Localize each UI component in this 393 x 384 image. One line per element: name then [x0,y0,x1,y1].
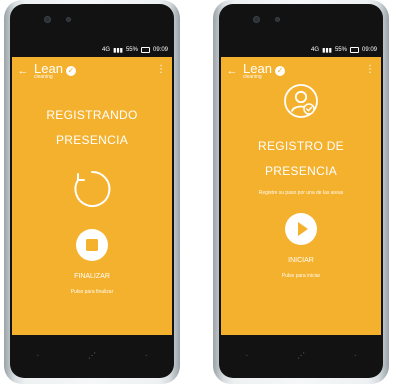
play-button-label: INICIAR [288,257,314,264]
hint-text: Pulse para iniciar [281,273,321,279]
refresh-icon [74,170,111,207]
app-toolbar: ← Lean cleaning ✓ ⋮ [221,57,381,85]
check-circle-icon: ✓ [65,66,76,76]
brand-name: Lean [243,60,272,76]
nav-home-icon[interactable]: ⋰ [297,351,305,360]
check-circle-icon: ✓ [274,66,285,76]
network-icon: 4G [311,47,320,53]
more-menu-icon[interactable]: ⋮ [156,65,166,75]
app-logo: Lean cleaning ✓ [243,60,285,80]
app-screen-registro: 4G ▮▮▮ 55% 09:09 ← Lean cleaning ✓ ⋮ REG… [221,43,381,335]
android-nav-bar: · ⋰ · [221,335,381,375]
app-logo: Lean cleaning ✓ [34,60,76,80]
signal-percent: 55% [125,47,138,53]
page-title-line1: REGISTRO DE [258,139,344,153]
back-arrow-icon[interactable]: ← [12,65,34,77]
nav-dot-left[interactable]: · [245,351,248,360]
phone-frame-left: 4G ▮▮▮ 55% 09:09 ← Lean cleaning ✓ ⋮ REG… [4,0,180,384]
play-button[interactable] [284,212,318,246]
stop-button[interactable] [75,228,109,262]
page-title-line1: REGISTRANDO [46,108,138,122]
battery-icon [349,47,359,53]
brand-sub: cleaning [34,73,53,80]
phone-frame-right: 4G ▮▮▮ 55% 09:09 ← Lean cleaning ✓ ⋮ REG… [213,0,389,384]
hint-text: Pulse para finalizar [70,289,114,295]
main-content: REGISTRO DE PRESENCIA Registre su paso p… [221,83,381,279]
main-content: REGISTRANDO PRESENCIA FINALIZAR Pulse pa… [12,103,172,295]
battery-icon [140,47,150,53]
brand-sub: cleaning [243,73,262,80]
brand-name: Lean [34,60,63,76]
subtitle-text: Registre su paso por una de las areas [258,190,344,196]
status-bar: 4G ▮▮▮ 55% 09:09 [221,43,381,57]
app-screen-registrando: 4G ▮▮▮ 55% 09:09 ← Lean cleaning ✓ ⋮ REG… [12,43,172,335]
sensor-icon [275,17,280,22]
nav-home-icon[interactable]: ⋰ [88,351,96,360]
network-icon: 4G [102,47,111,53]
signal-percent: 55% [334,47,347,53]
stop-button-label: FINALIZAR [74,273,110,280]
sensor-icon [66,17,71,22]
back-arrow-icon[interactable]: ← [221,65,243,77]
page-title-line2: PRESENCIA [55,133,129,147]
status-bar: 4G ▮▮▮ 55% 09:09 [12,43,172,57]
front-camera-icon [253,16,260,23]
front-camera-icon [44,16,51,23]
clock: 09:09 [361,47,377,53]
clock: 09:09 [152,47,168,53]
nav-dot-right[interactable]: · [354,351,357,360]
app-toolbar: ← Lean cleaning ✓ ⋮ [12,57,172,85]
user-check-icon [284,84,318,118]
signal-icon: ▮▮▮ [113,47,123,54]
page-title-line2: PRESENCIA [264,164,338,178]
signal-icon: ▮▮▮ [322,47,332,54]
more-menu-icon[interactable]: ⋮ [365,65,375,75]
nav-dot-right[interactable]: · [145,351,148,360]
android-nav-bar: · ⋰ · [12,335,172,375]
nav-dot-left[interactable]: · [36,351,39,360]
